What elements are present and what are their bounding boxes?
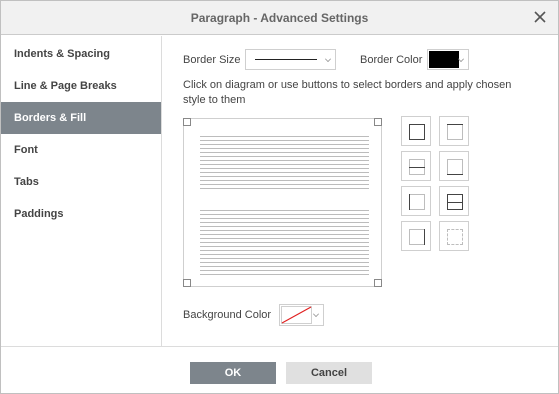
- top-border-button[interactable]: [439, 116, 469, 146]
- diagram-corner-marker: [374, 279, 382, 287]
- inner-border-button[interactable]: [401, 151, 431, 181]
- border-color-swatch: [429, 51, 459, 68]
- ok-button[interactable]: OK: [190, 362, 276, 384]
- sidebar-item-paddings[interactable]: Paddings: [1, 198, 161, 230]
- close-icon[interactable]: [532, 9, 548, 25]
- border-color-label: Border Color: [360, 54, 423, 66]
- background-color-picker[interactable]: [279, 304, 324, 326]
- border-color-picker[interactable]: [427, 49, 469, 70]
- chevron-down-icon: [325, 55, 331, 62]
- top-border-icon: [447, 124, 463, 140]
- outer-border-icon: [409, 124, 425, 140]
- sidebar-item-indents-spacing[interactable]: Indents & Spacing: [1, 38, 161, 70]
- settings-sidebar: Indents & Spacing Line & Page Breaks Bor…: [1, 36, 162, 346]
- dialog-title: Paragraph - Advanced Settings: [190, 11, 369, 25]
- no-color-swatch-icon: [281, 306, 312, 324]
- borders-instructions: Click on diagram or use buttons to selec…: [183, 79, 512, 106]
- border-diagram[interactable]: [183, 118, 382, 287]
- bottom-border-button[interactable]: [439, 151, 469, 181]
- inner-border-icon: [409, 159, 425, 175]
- diagram-corner-marker: [374, 118, 382, 126]
- sidebar-item-line-page-breaks[interactable]: Line & Page Breaks: [1, 70, 161, 102]
- sidebar-item-borders-fill[interactable]: Borders & Fill: [1, 102, 161, 134]
- chevron-down-icon: [313, 311, 319, 317]
- right-border-icon: [409, 229, 425, 245]
- outer-border-button[interactable]: [401, 116, 431, 146]
- border-size-label: Border Size: [183, 54, 241, 66]
- no-borders-icon: [447, 229, 463, 245]
- dialog-titlebar: Paragraph - Advanced Settings: [1, 1, 558, 35]
- no-borders-button[interactable]: [439, 221, 469, 251]
- left-border-icon: [409, 194, 425, 210]
- diagram-paragraph-top: [200, 136, 369, 192]
- borders-fill-panel: Border Size Border Color Click on diagra…: [163, 36, 558, 346]
- sidebar-item-tabs[interactable]: Tabs: [1, 166, 161, 198]
- sidebar-item-font[interactable]: Font: [1, 134, 161, 166]
- diagram-paragraph-bottom: [200, 210, 369, 278]
- all-borders-icon: [447, 194, 463, 210]
- dialog-footer: OK Cancel: [1, 346, 558, 393]
- bottom-border-icon: [447, 159, 463, 175]
- right-border-button[interactable]: [401, 221, 431, 251]
- border-size-combo[interactable]: [245, 49, 336, 70]
- cancel-button[interactable]: Cancel: [286, 362, 372, 384]
- background-color-label: Background Color: [183, 309, 272, 321]
- border-size-preview-line: [255, 59, 317, 60]
- diagram-corner-marker: [183, 279, 191, 287]
- chevron-down-icon: [458, 55, 464, 62]
- all-borders-button[interactable]: [439, 186, 469, 216]
- paragraph-advanced-settings-dialog: Paragraph - Advanced Settings Indents & …: [0, 0, 559, 394]
- left-border-button[interactable]: [401, 186, 431, 216]
- diagram-corner-marker: [183, 118, 191, 126]
